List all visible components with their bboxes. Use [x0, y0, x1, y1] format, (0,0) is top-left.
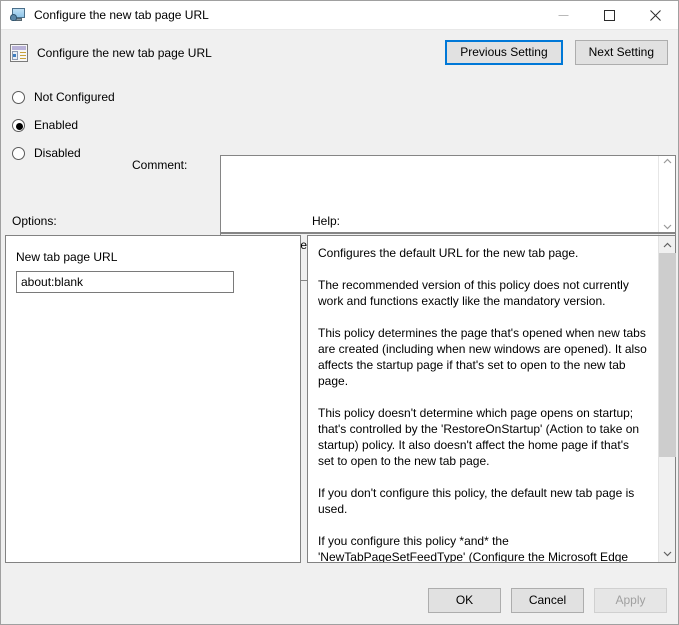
scroll-up-icon	[663, 158, 671, 164]
help-paragraph: Configures the default URL for the new t…	[318, 246, 579, 260]
radio-enabled[interactable]: Enabled	[12, 111, 130, 139]
radio-not-configured-mark	[12, 90, 25, 104]
setting-header: Configure the new tab page URL Previous …	[1, 30, 678, 75]
radio-enabled-label: Enabled	[34, 118, 79, 132]
help-paragraph: This policy doesn't determine which page…	[318, 406, 640, 468]
scroll-down-icon[interactable]	[663, 545, 672, 562]
radio-not-configured[interactable]: Not Configured	[12, 83, 130, 111]
window-controls	[540, 1, 678, 30]
setting-title: Configure the new tab page URL	[37, 45, 212, 60]
new-tab-url-input[interactable]	[16, 271, 234, 293]
maximize-icon[interactable]	[586, 1, 632, 30]
help-scrollbar[interactable]	[658, 236, 676, 562]
help-paragraph: If you configure this policy *and* the '…	[318, 534, 629, 562]
previous-setting-button[interactable]: Previous Setting	[445, 40, 563, 65]
help-paragraph: This policy determines the page that's o…	[318, 326, 647, 388]
options-panel: New tab page URL	[5, 235, 301, 563]
panel-labels: Options: Help:	[1, 209, 678, 235]
title-bar: Configure the new tab page URL	[1, 1, 678, 30]
next-setting-button[interactable]: Next Setting	[574, 40, 668, 65]
options-label: Options:	[12, 214, 57, 228]
policy-setting-icon	[10, 43, 28, 62]
window-title: Configure the new tab page URL	[34, 8, 209, 22]
state-radio-group: Not Configured Enabled Disabled	[12, 83, 130, 167]
help-content: Configures the default URL for the new t…	[308, 236, 658, 562]
close-icon[interactable]	[632, 1, 678, 30]
scroll-up-icon[interactable]	[663, 236, 672, 253]
new-tab-url-caption: New tab page URL	[16, 250, 118, 264]
state-configuration-area: Not Configured Enabled Disabled Comment:…	[1, 75, 678, 281]
policy-computer-icon	[10, 7, 26, 23]
comment-label: Comment:	[132, 158, 188, 172]
help-label: Help:	[312, 214, 341, 228]
panels-area: New tab page URL Configures the default …	[1, 235, 678, 576]
help-scroll-track[interactable]	[658, 253, 676, 545]
help-paragraph: The recommended version of this policy d…	[318, 278, 629, 308]
radio-enabled-mark	[12, 118, 25, 132]
cancel-button[interactable]: Cancel	[511, 587, 584, 613]
options-content: New tab page URL	[6, 236, 300, 293]
apply-button: Apply	[594, 587, 667, 613]
setting-nav-buttons: Previous Setting Next Setting	[445, 40, 668, 65]
radio-disabled-mark	[12, 146, 25, 160]
help-panel: Configures the default URL for the new t…	[307, 235, 676, 563]
radio-disabled[interactable]: Disabled	[12, 139, 130, 167]
help-scroll-thumb[interactable]	[658, 253, 676, 458]
radio-not-configured-label: Not Configured	[34, 90, 115, 104]
radio-disabled-label: Disabled	[34, 146, 81, 160]
help-paragraph: If you don't configure this policy, the …	[318, 486, 635, 516]
minimize-icon[interactable]	[540, 1, 586, 30]
policy-setting-dialog: Configure the new tab page URL Configure…	[0, 0, 679, 625]
ok-button[interactable]: OK	[428, 587, 501, 613]
dialog-footer: OK Cancel Apply	[1, 576, 678, 624]
